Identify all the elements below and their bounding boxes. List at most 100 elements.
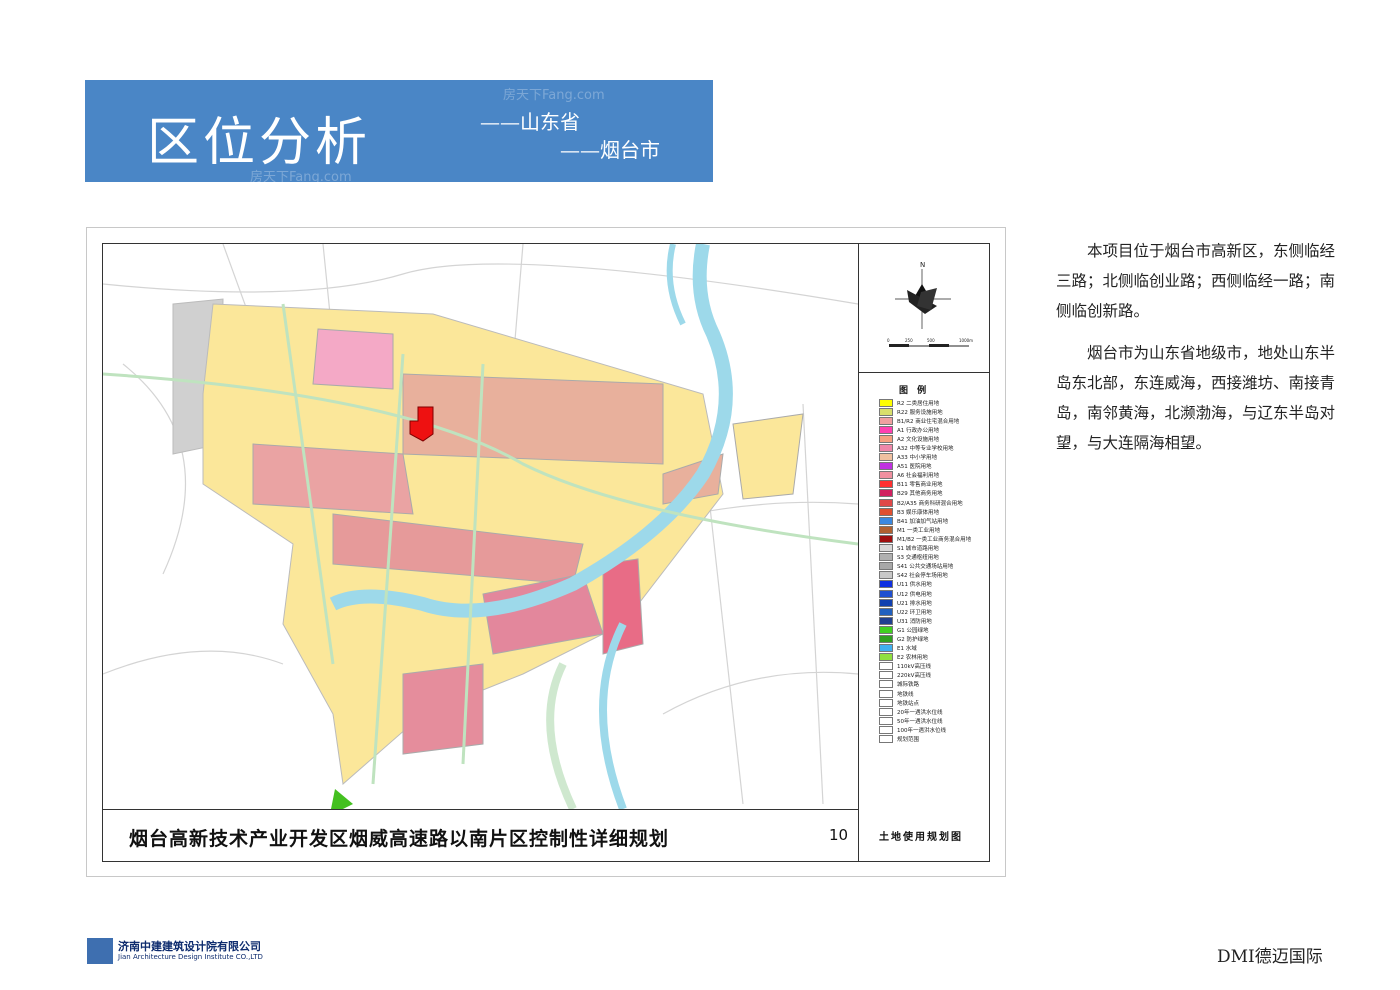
legend-item: 110kV高压线 — [879, 662, 971, 671]
legend-label: A1 行政办公用地 — [897, 427, 940, 434]
legend-label: 20年一遇洪水位线 — [897, 709, 943, 716]
legend-item: S42 社会停车场用地 — [879, 571, 971, 580]
legend-item: U11 供水用地 — [879, 580, 971, 589]
header-banner: 区位分析 ——山东省 ——烟台市 房天下Fang.com 房天下Fang.com — [85, 80, 713, 185]
legend-label: B2/A35 商务科研混合用地 — [897, 500, 963, 507]
legend-item: G1 公园绿地 — [879, 625, 971, 634]
scale-label: 0 — [887, 338, 890, 343]
legend-item: M1/B2 一类工业商务混合用地 — [879, 534, 971, 543]
watermark: 房天下Fang.com — [503, 88, 605, 103]
legend-label: 110kV高压线 — [897, 664, 931, 671]
description-paragraph: 本项目位于烟台市高新区，东侧临经三路；北侧临创业路；西侧临经一路；南侧临创新路。 — [1056, 242, 1336, 320]
legend-swatch — [879, 698, 893, 707]
legend-label: 城际铁路 — [897, 682, 920, 689]
legend-item: M1 一类工业用地 — [879, 525, 971, 534]
legend-swatch — [879, 598, 893, 607]
legend-item: 地铁线 — [879, 689, 971, 698]
company-name-cn: 济南中建建筑设计院有限公司 — [118, 940, 261, 953]
legend-item: 220kV高压线 — [879, 671, 971, 680]
legend-label: 220kV高压线 — [897, 673, 931, 680]
legend-item: U31 消防用地 — [879, 616, 971, 625]
map-legend: 图 例 R2 二类居住用地 R22 服务设施用地 B1/R2 商业住宅混合用地 A1 … — [859, 373, 989, 809]
legend-swatch — [879, 653, 893, 662]
legend-swatch — [879, 634, 893, 643]
legend-item: S3 交通枢纽用地 — [879, 553, 971, 562]
legend-label: 50年一遇洪水位线 — [897, 718, 943, 725]
legend-label: B41 加油加气站用地 — [897, 518, 949, 525]
legend-label: S41 公共交通场站用地 — [897, 564, 954, 571]
legend-swatch — [879, 662, 893, 671]
legend-item: A6 社会福利用地 — [879, 471, 971, 480]
legend-swatch — [879, 553, 893, 562]
province-label: ——山东省 — [480, 110, 580, 134]
legend-item: E2 农林用地 — [879, 653, 971, 662]
map-name: 土地使用规划图 — [879, 832, 963, 843]
legend-item: R22 服务设施用地 — [879, 407, 971, 416]
legend-swatch — [879, 735, 893, 744]
legend-item: 规划范围 — [879, 734, 971, 744]
legend-label: R22 服务设施用地 — [897, 409, 943, 416]
scale-label: 1000m — [959, 338, 973, 343]
legend-label: U22 环卫用地 — [897, 609, 932, 616]
legend-label: M1/B2 一类工业商务混合用地 — [897, 536, 972, 543]
compass-rose-icon: N 0 250 500 1000m — [887, 261, 973, 347]
legend-swatch — [879, 589, 893, 598]
legend-label: A33 中小学用地 — [897, 455, 938, 462]
legend-item: B3 娱乐康体用地 — [879, 507, 971, 516]
legend-swatch — [879, 725, 893, 734]
watermark: 房天下Fang.com — [250, 170, 352, 185]
plan-title: 烟台高新技术产业开发区烟威高速路以南片区控制性详细规划 — [129, 828, 670, 850]
legend-swatch — [879, 498, 893, 507]
legend-label: G2 防护绿地 — [897, 636, 929, 643]
legend-item: U22 环卫用地 — [879, 607, 971, 616]
legend-swatch — [879, 607, 893, 616]
land-use-map-graphic — [103, 244, 858, 809]
land-use-map — [103, 244, 859, 810]
legend-swatch — [879, 425, 893, 434]
legend-swatch — [879, 562, 893, 571]
legend-title: 图 例 — [899, 386, 930, 396]
legend-label: 规划范围 — [897, 737, 920, 744]
legend-item: B29 其他商务用地 — [879, 489, 971, 498]
legend-label: R2 二类居住用地 — [897, 400, 940, 407]
legend-item: A51 医院用地 — [879, 462, 971, 471]
legend-swatch — [879, 516, 893, 525]
city-label: ——烟台市 — [560, 138, 660, 162]
legend-label: M1 一类工业用地 — [897, 527, 940, 534]
legend-swatch — [879, 671, 893, 680]
legend-swatch — [879, 680, 893, 689]
legend-swatch — [879, 398, 893, 407]
page-number: 10 — [829, 826, 849, 844]
legend-swatch — [879, 625, 893, 634]
legend-swatch — [879, 471, 893, 480]
plan-frame: N 0 250 500 1000m 图 例 R2 二类居住用地 R22 服务设施… — [102, 243, 990, 862]
legend-item: B2/A35 商务科研混合用地 — [879, 498, 971, 507]
legend-swatch — [879, 644, 893, 653]
legend-swatch — [879, 707, 893, 716]
legend-label: U31 消防用地 — [897, 618, 932, 625]
legend-label: A32 中等专业学校用地 — [897, 446, 954, 453]
company-logo-icon — [87, 938, 113, 964]
legend-label: U21 排水用地 — [897, 600, 932, 607]
legend-item: A32 中等专业学校用地 — [879, 443, 971, 453]
legend-label: 地铁线 — [897, 691, 914, 698]
legend-item: B11 零售商业用地 — [879, 480, 971, 489]
legend-label: A51 医院用地 — [897, 464, 932, 471]
legend-swatch — [879, 407, 893, 416]
legend-label: B11 零售商业用地 — [897, 482, 943, 489]
company-name-en: Jian Architecture Design Institute CO.,L… — [118, 953, 263, 961]
legend-swatch — [879, 489, 893, 498]
legend-label: A6 社会福利用地 — [897, 473, 940, 480]
legend-label: S42 社会停车场用地 — [897, 573, 948, 580]
legend-swatch — [879, 689, 893, 698]
legend-swatch — [879, 525, 893, 534]
legend-swatch — [879, 534, 893, 543]
compass-scale-box: N 0 250 500 1000m — [859, 244, 989, 373]
legend-label: E1 水域 — [897, 646, 917, 653]
legend-swatch — [879, 444, 893, 453]
scale-label: 500 — [927, 338, 935, 343]
legend-label: E2 农林用地 — [897, 655, 928, 662]
scale-label: 250 — [905, 338, 913, 343]
legend-item: S1 城市道路用地 — [879, 544, 971, 553]
legend-swatch — [879, 480, 893, 489]
